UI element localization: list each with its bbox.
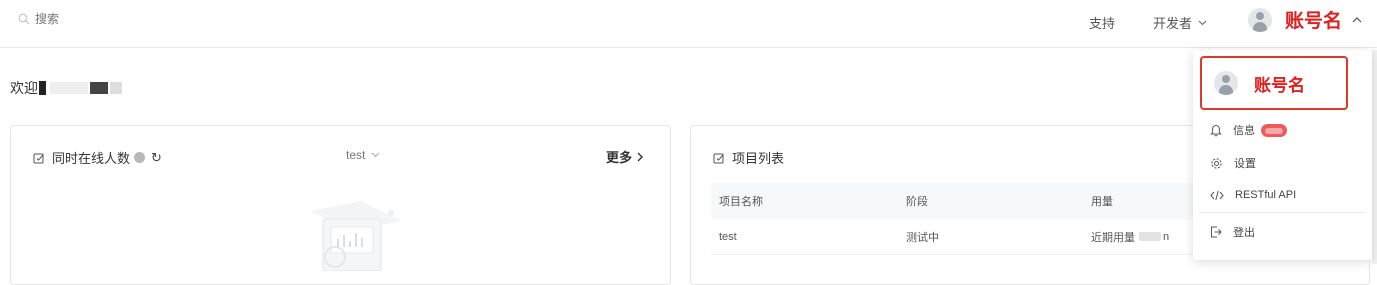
more-label: 更多 (606, 150, 633, 165)
menu-item-label: 登出 (1233, 227, 1255, 239)
column-header: 项目名称 (719, 196, 763, 208)
account-dropdown: 账号名 信息 设置 RESTful API 登出 (1193, 50, 1372, 260)
bell-icon (1210, 124, 1222, 136)
support-link[interactable]: 支持 (1089, 13, 1115, 32)
notification-badge (1261, 123, 1287, 137)
menu-item-label: RESTful API (1235, 189, 1297, 201)
menu-item-logout[interactable]: 登出 (1210, 224, 1255, 240)
redacted-username (50, 82, 88, 94)
usage-prefix: 近期用量 (1091, 231, 1135, 244)
card-title-label: 项目列表 (732, 151, 785, 166)
empty-chart-illustration (311, 201, 401, 271)
redacted-username (90, 82, 108, 94)
menu-item-settings[interactable]: 设置 (1210, 155, 1256, 171)
edit-square-icon (33, 153, 44, 163)
menu-divider (1199, 212, 1365, 213)
search-box[interactable] (18, 12, 215, 26)
project-select[interactable]: test (346, 148, 380, 162)
avatar (1248, 7, 1272, 32)
project-name-cell: test (719, 230, 737, 243)
developer-menu[interactable]: 开发者 (1153, 13, 1207, 32)
chevron-right-icon (637, 152, 644, 161)
column-header: 用量 (1091, 196, 1113, 208)
gear-icon (1211, 157, 1222, 169)
redacted-username-mark (39, 81, 46, 95)
menu-item-info[interactable]: 信息 (1210, 122, 1287, 138)
edit-square-icon (713, 153, 724, 163)
account-menu-trigger[interactable]: 账号名 (1248, 6, 1362, 33)
project-list-title: 项目列表 (713, 148, 784, 167)
search-input[interactable] (35, 12, 215, 26)
online-users-card: 同时在线人数 ↻ test 更多 (10, 125, 671, 285)
welcome-text: 欢迎 (10, 80, 38, 96)
refresh-icon[interactable]: ↻ (151, 150, 162, 166)
menu-item-label: 信息 (1233, 125, 1255, 137)
dropdown-account-name: 账号名 (1254, 75, 1305, 95)
scrollbar-track[interactable] (1372, 50, 1377, 264)
redacted-usage (1139, 232, 1161, 241)
logout-icon (1211, 226, 1222, 238)
usage-suffix: n (1163, 230, 1170, 243)
top-bar: 支持 开发者 账号名 (0, 0, 1377, 48)
dropdown-account-item[interactable]: 账号名 (1200, 56, 1348, 110)
chevron-up-icon (1352, 16, 1362, 22)
account-name: 账号名 (1285, 11, 1343, 32)
menu-item-restful-api[interactable]: RESTful API (1210, 189, 1296, 201)
developer-label: 开发者 (1153, 16, 1193, 31)
chevron-down-icon (1198, 20, 1207, 25)
online-users-title: 同时在线人数 ↻ (33, 148, 162, 167)
search-icon (18, 13, 30, 25)
menu-item-label: 设置 (1234, 158, 1256, 170)
code-icon (1210, 190, 1224, 200)
project-select-value: test (346, 148, 366, 162)
info-icon[interactable] (134, 152, 146, 163)
more-link[interactable]: 更多 (606, 147, 644, 166)
avatar (1214, 71, 1238, 95)
card-title-label: 同时在线人数 (52, 151, 131, 166)
chevron-down-icon (371, 152, 380, 158)
redacted-username (110, 82, 122, 94)
project-stage-cell: 测试中 (906, 231, 939, 244)
welcome-line: 欢迎 (10, 78, 122, 98)
column-header: 阶段 (906, 196, 928, 208)
project-usage-cell: 近期用量 n (1091, 229, 1169, 245)
